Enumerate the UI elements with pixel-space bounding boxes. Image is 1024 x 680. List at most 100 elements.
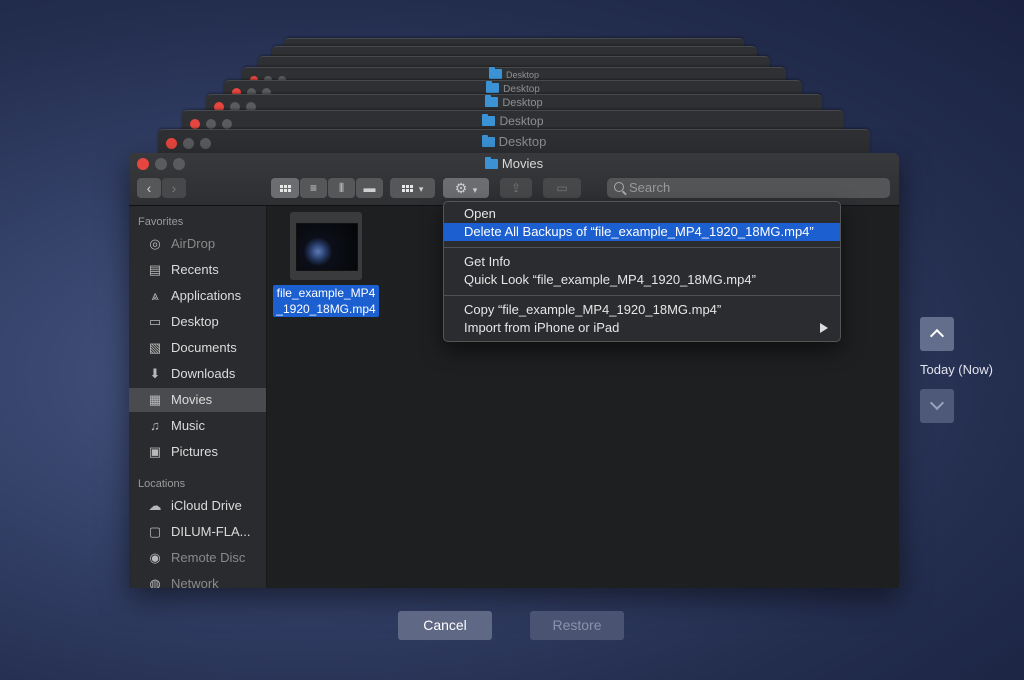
folder-icon [484,157,498,169]
window-toolbar: Movies ‹ › ≡ ⫴ ▬ ▾ ⚙ ▾ ⇪ ▭ Search [129,153,899,206]
sidebar-item-label: Remote Disc [171,550,246,565]
locations-header: Locations [138,478,186,490]
menu-item-open[interactable]: Open [444,205,840,223]
sidebar-item-drive[interactable]: ▢ DILUM-FLA... [129,520,266,544]
favorites-header: Favorites [138,216,184,228]
list-view-button[interactable]: ≡ [300,178,327,198]
music-icon: ♫ [150,418,160,433]
list-icon: ≡ [309,181,317,195]
movies-icon: ▦ [148,392,162,407]
stack-window-title: Desktop [498,134,547,149]
menu-separator [444,295,840,296]
search-placeholder: Search [629,180,671,195]
folder-icon [481,135,495,147]
gear-icon: ⚙ [454,180,468,196]
drive-icon: ▢ [148,524,162,539]
file-thumbnail[interactable] [290,212,362,280]
desktop-icon: ▭ [148,314,162,329]
grid-icon [279,185,291,193]
sidebar-item-remote-disc[interactable]: ◉ Remote Disc [129,546,266,570]
stack-window-title: Desktop [502,97,543,109]
sidebar-item-label: Network [171,576,219,588]
sidebar-item-music[interactable]: ♫ Music [129,414,266,438]
timeline-down-button[interactable] [920,389,954,423]
chevron-down-icon [929,395,945,411]
sidebar-item-label: Movies [171,392,213,407]
sidebar-item-network[interactable]: ◍ Network [129,572,266,588]
sidebar-item-label: DILUM-FLA... [171,524,251,539]
pictures-icon: ▣ [148,444,162,459]
folder-icon [485,95,499,107]
sidebar-item-applications[interactable]: ⩓ Applications [129,284,266,308]
sidebar: Favorites ◎ AirDrop ▤ Recents ⩓ Applicat… [129,206,267,588]
menu-item-quick-look[interactable]: Quick Look “file_example_MP4_1920_18MG.m… [444,271,840,289]
sidebar-item-recents[interactable]: ▤ Recents [129,258,266,282]
network-icon: ◍ [149,576,161,589]
sidebar-item-label: Applications [171,288,242,303]
gallery-icon: ▬ [363,181,376,195]
chevron-down-icon: ▾ [418,184,424,194]
menu-item-import-from-iphone[interactable]: Import from iPhone or iPad [444,319,840,337]
airdrop-icon: ◎ [149,236,161,251]
stack-window-8[interactable]: Desktop [158,129,870,154]
chevron-left-icon: ‹ [146,180,152,196]
columns-icon: ⫴ [338,181,345,195]
context-menu: Open Delete All Backups of “file_example… [443,201,841,342]
column-view-button[interactable]: ⫴ [328,178,355,198]
chevron-right-icon: › [171,180,177,196]
folder-icon [482,114,496,126]
stack-window-title: Desktop [499,114,544,128]
restore-button[interactable]: Restore [530,611,624,640]
search-input[interactable]: Search [607,178,890,198]
chevron-down-icon: ▾ [472,185,478,195]
sidebar-item-label: Pictures [171,444,218,459]
submenu-arrow-icon [820,323,828,333]
documents-icon: ▧ [148,340,162,355]
timeline-label: Today (Now) [920,362,993,377]
folder-icon [488,67,502,79]
window-title: Movies [129,156,899,171]
back-button[interactable]: ‹ [137,178,161,198]
icloud-icon: ☁ [148,498,162,513]
sidebar-item-label: Desktop [171,314,219,329]
group-by-button[interactable]: ▾ [390,178,435,198]
sidebar-item-pictures[interactable]: ▣ Pictures [129,440,266,464]
sidebar-item-movies[interactable]: ▦ Movies [129,388,266,412]
stack-window-title: Desktop [505,70,540,80]
sidebar-item-airdrop[interactable]: ◎ AirDrop [129,232,266,256]
menu-separator [444,247,840,248]
sidebar-item-label: iCloud Drive [171,498,242,513]
applications-icon: ⩓ [151,288,159,303]
downloads-icon: ⬇ [149,366,161,381]
sidebar-item-label: Recents [171,262,219,277]
sidebar-item-label: AirDrop [171,236,216,251]
gallery-view-button[interactable]: ▬ [356,178,383,198]
search-icon [614,182,624,192]
sidebar-item-label: Music [171,418,205,433]
sidebar-item-desktop[interactable]: ▭ Desktop [129,310,266,334]
sidebar-item-label: Downloads [171,366,236,381]
recents-icon: ▤ [148,262,162,277]
action-button[interactable]: ⚙ ▾ [443,178,489,198]
folder-icon [486,81,500,93]
timeline-up-button[interactable] [920,317,954,351]
grid-icon [401,185,413,193]
disc-icon: ◉ [149,550,161,565]
sidebar-item-icloud-drive[interactable]: ☁ iCloud Drive [129,494,266,518]
menu-item-copy[interactable]: Copy “file_example_MP4_1920_18MG.mp4” [444,301,840,319]
forward-button[interactable]: › [162,178,186,198]
cancel-button[interactable]: Cancel [398,611,492,640]
sidebar-item-documents[interactable]: ▧ Documents [129,336,266,360]
tags-button[interactable]: ▭ [543,178,581,198]
stack-window-7[interactable]: Desktop [182,110,844,131]
icon-view-button[interactable] [271,178,299,198]
menu-item-get-info[interactable]: Get Info [444,253,840,271]
share-icon: ⇪ [510,181,522,195]
chevron-up-icon [929,328,945,344]
menu-item-delete-all-backups[interactable]: Delete All Backups of “file_example_MP4_… [444,223,840,241]
tag-icon: ▭ [556,181,568,195]
share-button[interactable]: ⇪ [500,178,532,198]
sidebar-item-label: Documents [171,340,237,355]
file-name-label[interactable]: file_example_MP4 _1920_18MG.mp4 [273,285,379,317]
sidebar-item-downloads[interactable]: ⬇ Downloads [129,362,266,386]
